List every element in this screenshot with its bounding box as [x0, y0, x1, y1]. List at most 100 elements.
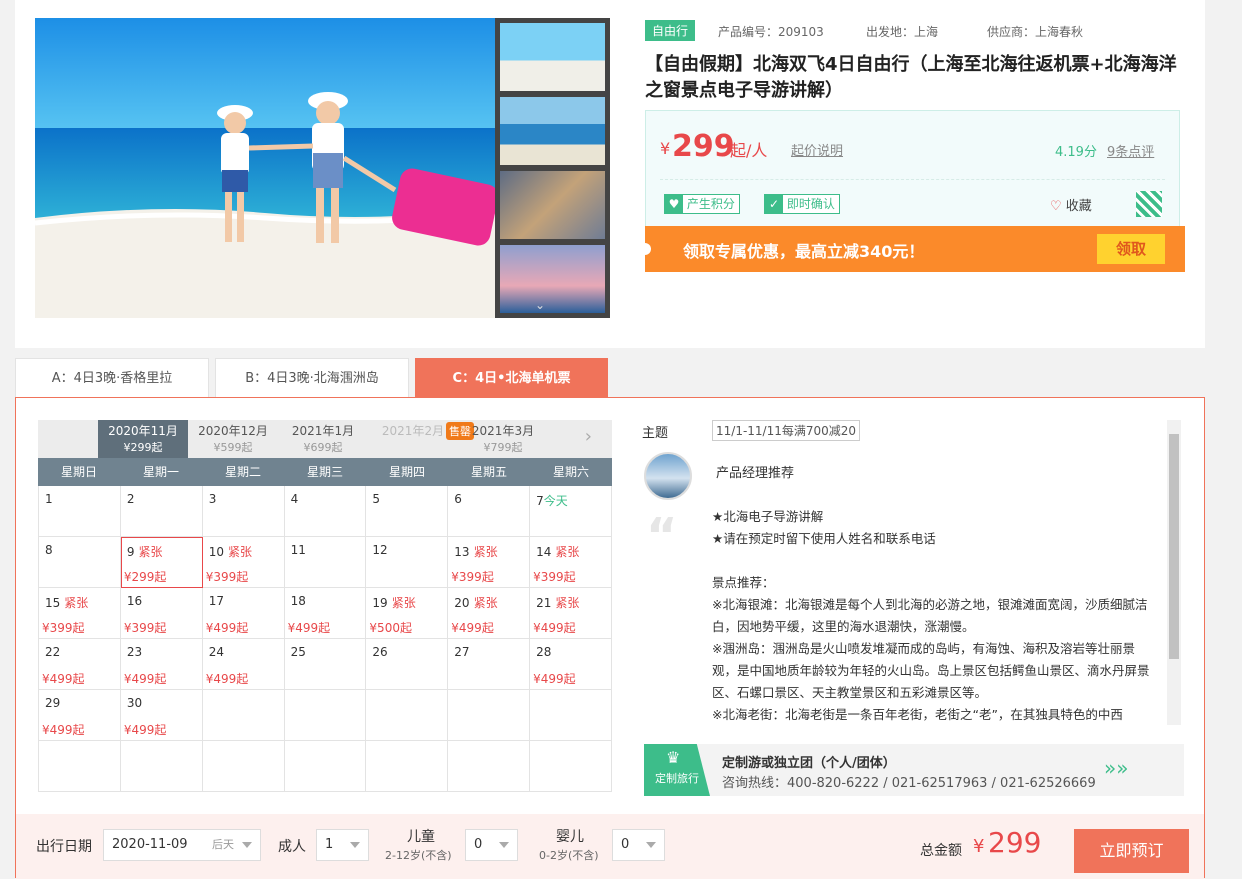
qr-code-icon[interactable] — [1136, 191, 1162, 217]
calendar-day[interactable]: 8 — [39, 537, 121, 588]
book-now-button[interactable]: 立即预订 — [1074, 829, 1189, 873]
day-number-text: 27 — [454, 645, 470, 659]
thumbnail-1[interactable] — [500, 23, 605, 91]
month-tab-2021-2[interactable]: 2021年2月 — [368, 420, 458, 458]
day-number: 18 — [291, 594, 306, 608]
total-amount: 299 — [988, 826, 1042, 859]
calendar-day[interactable]: 22 ¥499起 — [39, 639, 121, 690]
day-price: ¥499起 — [123, 723, 167, 737]
day-number-text: 7 — [536, 494, 544, 508]
chevron-down-icon — [499, 842, 509, 848]
calendar-day[interactable]: 10 紧张 ¥399起 — [202, 537, 285, 588]
day-number: 19 紧张 — [372, 594, 415, 611]
calendar-day[interactable]: 20 紧张 ¥499起 — [448, 588, 531, 639]
hero-image[interactable] — [35, 18, 495, 318]
calendar-day[interactable]: 11 — [284, 537, 367, 588]
calendar-day[interactable]: 9 紧张 ¥299起 — [120, 537, 203, 588]
day-status: 紧张 — [555, 545, 580, 559]
day-status: 紧张 — [473, 545, 498, 559]
month-tab-2021-3[interactable]: 2021年3月 ¥799起 — [458, 420, 548, 458]
check-icon: ✓ — [765, 195, 783, 213]
weekday-label: 星期五 — [470, 465, 507, 479]
day-number-text: 9 — [126, 545, 135, 559]
day-number-text: 12 — [372, 543, 388, 557]
calendar-day[interactable]: 4 — [284, 486, 367, 537]
adult-select[interactable]: 1 — [316, 829, 369, 861]
calendar-day[interactable]: 24 ¥499起 — [202, 639, 285, 690]
thumbnail-3[interactable] — [500, 171, 605, 239]
tab-package-a[interactable]: A：4日3晚·香格里拉 — [15, 358, 209, 398]
calendar-day[interactable]: 30 ¥499起 — [120, 690, 203, 741]
calendar-day[interactable]: 15 紧张 ¥399起 — [39, 588, 121, 639]
thumbnail-2[interactable] — [500, 97, 605, 165]
calendar-day[interactable]: 14 紧张 ¥399起 — [530, 537, 612, 588]
day-number-text: 4 — [290, 492, 299, 506]
calendar-day[interactable]: 19 紧张 ¥500起 — [366, 588, 449, 639]
chevron-down-icon[interactable]: ⌄ — [535, 298, 545, 312]
scrollbar[interactable] — [1167, 420, 1181, 725]
calendar-day[interactable]: 16 ¥399起 — [120, 588, 203, 639]
day-number: 14 紧张 — [536, 543, 579, 560]
calendar-day[interactable]: 1 — [39, 486, 121, 537]
review-count-link[interactable]: 9条点评 — [1107, 141, 1154, 160]
calendar-day[interactable]: 25 — [284, 639, 367, 690]
month-tab-2020-11[interactable]: 2020年11月 ¥299起 — [98, 420, 188, 458]
calendar-day[interactable]: 3 — [202, 486, 285, 537]
day-number: 17 — [209, 594, 224, 608]
price-note-link[interactable]: 起价说明 — [791, 140, 843, 159]
calendar-day[interactable]: 21 紧张 ¥499起 — [530, 588, 612, 639]
day-price: ¥500起 — [369, 621, 412, 635]
calendar-day[interactable]: 2 — [120, 486, 203, 537]
arrows-right-icon: »» — [1104, 756, 1129, 780]
tab-package-c[interactable]: C：4日•北海单机票 — [415, 358, 608, 398]
day-price: ¥499起 — [123, 672, 167, 686]
points-tag-label: 产生积分 — [686, 197, 735, 211]
calendar-day[interactable]: 26 — [366, 639, 449, 690]
day-number-text: 17 — [208, 594, 224, 608]
day-number-text: 11 — [290, 543, 306, 557]
calendar-day[interactable]: 17 ¥499起 — [202, 588, 285, 639]
date-suffix: 后天 — [212, 838, 234, 851]
day-number-text: 15 — [45, 596, 61, 610]
calendar-day[interactable]: 27 — [448, 639, 531, 690]
day-number-text: 20 — [454, 596, 470, 610]
claim-coupon-button[interactable]: 领取 — [1097, 234, 1165, 264]
calendar-day[interactable]: 18 ¥499起 — [284, 588, 367, 639]
weekday-label: 星期一 — [142, 465, 179, 479]
day-price: ¥499起 — [287, 621, 331, 635]
month-tab-2020-12[interactable]: 2020年12月 ¥599起 — [188, 420, 278, 458]
calendar-day[interactable]: 23 ¥499起 — [120, 639, 203, 690]
day-status: 紧张 — [473, 596, 498, 610]
calendar-day[interactable]: 5 — [366, 486, 449, 537]
calendar-day[interactable]: 12 — [366, 537, 449, 588]
custom-tour-phone: 咨询热线：400-820-6222 / 021-62517963 / 021-6… — [722, 776, 1096, 791]
favorite-button[interactable]: ♡ 收藏 — [1050, 195, 1092, 214]
child-select[interactable]: 0 — [465, 829, 518, 861]
product-info: 主题 11/1-11/11每满700减20 “ 产品经理推荐 ★北海电子导游讲解… — [642, 420, 1182, 725]
recommend-line: ※涠洲岛：涠洲岛是火山喷发堆凝而成的岛屿，有海蚀、海积及溶岩等壮丽景观，是中国地… — [712, 641, 1150, 700]
infant-select[interactable]: 0 — [612, 829, 665, 861]
calendar-day[interactable]: 28 ¥499起 — [530, 639, 612, 690]
calendar-day[interactable]: 7今天 — [530, 486, 612, 537]
day-price: ¥499起 — [533, 672, 576, 686]
custom-tour-banner[interactable]: 定制旅行 ♛ 定制游或独立团（个人/团体） 咨询热线：400-820-6222 … — [644, 744, 1184, 796]
date-select[interactable]: 2020-11-09 后天 — [103, 829, 261, 861]
product-code: 产品编号：209103 — [718, 25, 824, 39]
review-score: 4.19分 — [1055, 145, 1097, 160]
day-status: 紧张 — [555, 596, 580, 610]
calendar-day — [366, 690, 449, 741]
calendar-day[interactable]: 6 — [448, 486, 531, 537]
day-number: 13 紧张 — [454, 543, 497, 560]
day-price: ¥499起 — [42, 672, 85, 686]
heart-icon: ♥ — [665, 195, 683, 213]
calendar-day[interactable]: 13 紧张 ¥399起 — [448, 537, 531, 588]
day-price: ¥499起 — [205, 621, 249, 635]
date-value: 2020-11-09 — [112, 837, 188, 852]
tab-package-b[interactable]: B：4日3晚·北海涠洲岛 — [215, 358, 409, 398]
thumbnail-4[interactable] — [500, 245, 605, 313]
month-tab-2021-1[interactable]: 2021年1月 ¥699起 — [278, 420, 368, 458]
calendar-day[interactable]: 29 ¥499起 — [39, 690, 121, 741]
chevron-right-icon[interactable]: › — [585, 426, 592, 447]
theme-label: 主题 — [642, 426, 669, 441]
day-status: 紧张 — [138, 545, 163, 559]
